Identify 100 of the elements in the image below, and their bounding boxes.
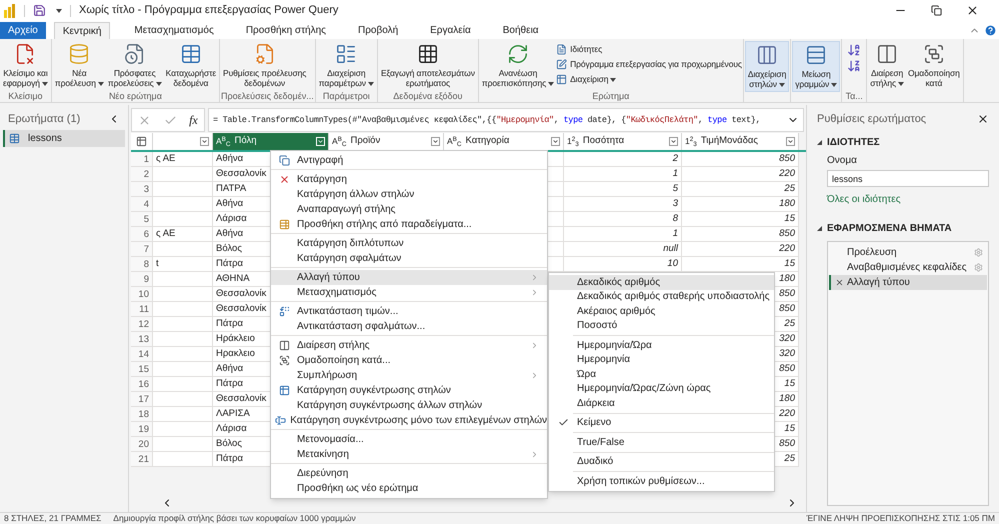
ribbon-tab[interactable]: Προβολή (350, 22, 406, 39)
filter-dropdown-icon[interactable] (786, 137, 795, 146)
status-text: ΈΓΙΝΕ ΛΗΨΗ ΠΡΟΕΠΙΣΚΟΠΗΣΗΣ ΣΤΙΣ 1:05 ΠΜ (806, 512, 995, 524)
ribbon-button[interactable]: Μείωση γραμμών (792, 41, 840, 92)
step-item[interactable]: Προέλευση (829, 245, 987, 260)
close-icon[interactable] (977, 113, 989, 125)
row-number: 10 (131, 287, 153, 302)
section-toggle-icon[interactable] (817, 226, 822, 231)
row-number: 9 (131, 272, 153, 287)
close-icon[interactable] (966, 4, 979, 17)
ribbon-button[interactable]: Ρυθμίσεις προέλευσης δεδομένων (221, 41, 308, 90)
column-header[interactable]: A$^{B}$$_{C}$ Προϊόν (329, 133, 444, 150)
all-properties-link[interactable]: Όλες οι ιδιότητες (827, 192, 989, 207)
menu-item[interactable]: Χρήση τοπικών ρυθμίσεων... (549, 474, 774, 488)
ribbon-button[interactable]: Πρόσφατες προελεύσεις (106, 41, 164, 90)
filter-dropdown-icon[interactable] (551, 137, 560, 146)
step-item[interactable]: Αλλαγή τύπου (829, 275, 987, 290)
ribbon-tab[interactable]: Βοήθεια (494, 22, 547, 39)
table-cell: 10 (564, 257, 682, 272)
menu-item[interactable]: Δεκαδικός αριθμός (549, 275, 774, 290)
ribbon-tab[interactable]: Προσθήκη στήλης (238, 22, 334, 39)
menu-item[interactable]: Προσθήκη ως νέο ερώτημα (271, 481, 547, 496)
ribbon-button[interactable]: Διαχείριση παραμέτρων (316, 41, 376, 90)
ribbon-tab[interactable]: Αρχείο (0, 22, 46, 39)
restore-icon[interactable] (931, 5, 942, 16)
table-cell: 8 (564, 212, 682, 227)
table-icon (9, 133, 20, 144)
table-cell: 220 (682, 167, 799, 182)
ribbon-tab[interactable]: Κεντρική (54, 22, 110, 39)
name-field[interactable]: lessons (827, 170, 989, 187)
sort-descending-icon[interactable] (847, 59, 862, 73)
ribbon-button[interactable]: Καταχωρήστε δεδομένα (164, 41, 218, 90)
replace-icon (278, 306, 290, 317)
row-number: 20 (131, 437, 153, 452)
status-text: Δημιουργία προφίλ στήλης βάσει των κορυφαίων 1000 γραμμών (113, 512, 356, 524)
table-cell: 850 (682, 152, 799, 167)
group-icon (278, 355, 290, 366)
list-icon (335, 43, 358, 65)
ribbon-small-button[interactable]: Διαχείριση (556, 73, 742, 86)
menu-item[interactable]: Αλλαγή τύπου (271, 270, 547, 285)
ribbon-button[interactable]: Κλείσιμο και εφαρμογή (1, 41, 50, 90)
row-number: 1 (131, 152, 153, 167)
table-cell (153, 377, 213, 392)
group-icon (922, 43, 945, 65)
grid-icon (416, 43, 439, 65)
row-number: 7 (131, 242, 153, 257)
ribbon-button[interactable]: Εξαγωγή αποτελεσμάτων ερωτήματος (378, 41, 477, 90)
table-icon (278, 385, 290, 396)
rename-icon (275, 415, 286, 426)
table-cell: 850 (682, 227, 799, 242)
table-menu-icon[interactable] (136, 136, 147, 147)
pane-title: Ρυθμίσεις ερωτήματος (817, 112, 926, 127)
ribbon-tab[interactable]: Εργαλεία (422, 22, 479, 39)
document-icon (556, 44, 568, 55)
filter-dropdown-icon[interactable] (431, 137, 440, 146)
formula-text: = Table.TransformColumnTypes(#"Αναβαθμισμένες κεφαλίδες",{{"Ημερομηνία", type date}, {"ΚωδικόςΠελάτη", type text}, (213, 114, 760, 126)
table-icon (278, 219, 290, 230)
table-cell: t (153, 257, 213, 272)
table-icon (180, 43, 202, 65)
column-header[interactable]: A$^{B}$$_{C}$ Πόλη (213, 133, 329, 150)
database-icon (68, 43, 90, 65)
table-cell: 15 (682, 212, 799, 227)
ribbon-button[interactable]: Ανανέωση προεπισκόπησης (480, 41, 556, 90)
row-number: 6 (131, 227, 153, 242)
menu-item[interactable]: Διερεύνηση (271, 466, 547, 481)
ribbon-button[interactable]: Ομαδοποίηση κατά (906, 41, 962, 90)
formula-field[interactable]: = Table.TransformColumnTypes(#"Αναβαθμισμένες κεφαλίδες",{{"Ημερομηνία", type date}, {"ΚωδικόςΠελάτη", type text}, (208, 108, 804, 132)
table-cell: 220 (682, 242, 799, 257)
ribbon-button[interactable]: Νέα προέλευση (52, 41, 106, 90)
table-cell (153, 242, 213, 257)
section-toggle-icon[interactable] (817, 140, 822, 145)
help-icon[interactable] (984, 24, 997, 37)
table-cell (153, 182, 213, 197)
fx-label[interactable]: fx (189, 111, 198, 129)
column-header[interactable]: 1$^{2}$$_{3}$ ΤιμήΜονάδας (682, 133, 799, 150)
ribbon-tab[interactable]: Μετασχηματισμός (126, 22, 222, 39)
sort-ascending-icon[interactable] (847, 43, 862, 57)
table-cell (153, 302, 213, 317)
row-number: 13 (131, 332, 153, 347)
row-number: 16 (131, 377, 153, 392)
split-columns-icon (876, 43, 898, 65)
delete-step-icon[interactable] (834, 278, 844, 287)
ribbon-group-label: Παράμετροι (322, 91, 370, 101)
ribbon-small-button[interactable]: Πρόγραμμα επεξεργασίας για προχωρημένους (556, 58, 742, 71)
row-number: 18 (131, 407, 153, 422)
status-text: 8 ΣΤΗΛΕΣ, 21 ΓΡΑΜΜΕΣ (4, 512, 102, 524)
query-item[interactable]: lessons (3, 130, 125, 147)
ribbon-button[interactable]: Διαχείριση στηλών (744, 41, 790, 92)
save-icon[interactable] (33, 4, 46, 17)
ribbon-small-button[interactable]: Ιδιότητες (556, 43, 742, 56)
row-number: 2 (131, 167, 153, 182)
step-item[interactable]: Αναβαθμισμένες κεφαλίδες (829, 260, 987, 275)
column-header[interactable]: A$^{B}$$_{C}$ Κατηγορία (444, 133, 564, 150)
columns-icon (756, 44, 778, 66)
column-header[interactable]: 1$^{2}$$_{3}$ Ποσότητα (564, 133, 682, 150)
filter-dropdown-icon[interactable] (669, 137, 678, 146)
filter-dropdown-icon[interactable] (200, 137, 209, 146)
ribbon-group-label: Δεδομένα εξόδου (393, 91, 462, 101)
ribbon-button[interactable]: Διαίρεση στήλης (868, 41, 906, 90)
table-cell: 1 (564, 167, 682, 182)
